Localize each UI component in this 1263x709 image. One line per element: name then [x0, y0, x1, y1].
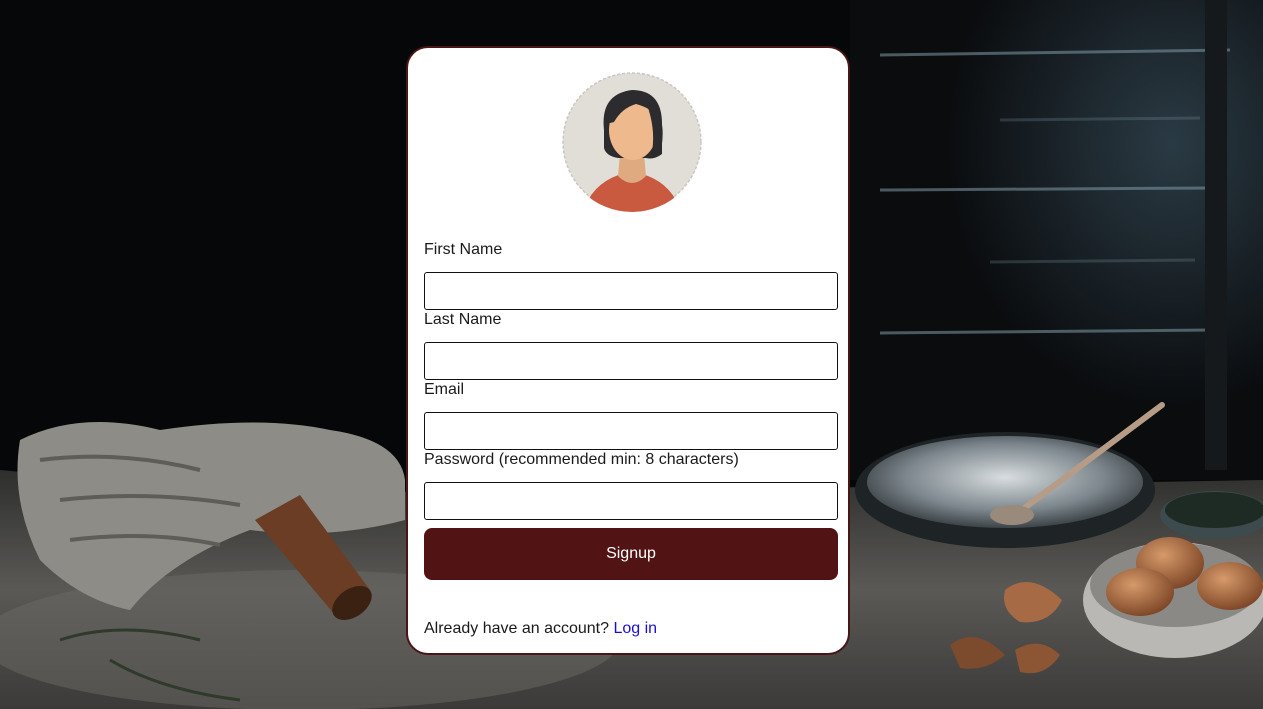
login-prompt-text: Already have an account? [424, 620, 610, 637]
email-input[interactable] [424, 412, 838, 450]
first-name-label: First Name [424, 241, 503, 258]
last-name-input[interactable] [424, 342, 838, 380]
login-prompt: Already have an account? Log in [424, 620, 657, 638]
last-name-label: Last Name [424, 311, 502, 328]
login-link[interactable]: Log in [613, 620, 657, 637]
woman-avatar-icon [562, 72, 702, 212]
first-name-input[interactable] [424, 272, 838, 310]
password-input[interactable] [424, 482, 838, 520]
email-label: Email [424, 381, 465, 398]
signup-button[interactable]: Signup [424, 528, 838, 580]
signup-card: First Name Last Name Email Password (rec… [406, 46, 850, 655]
password-label: Password (recommended min: 8 characters) [424, 451, 739, 468]
